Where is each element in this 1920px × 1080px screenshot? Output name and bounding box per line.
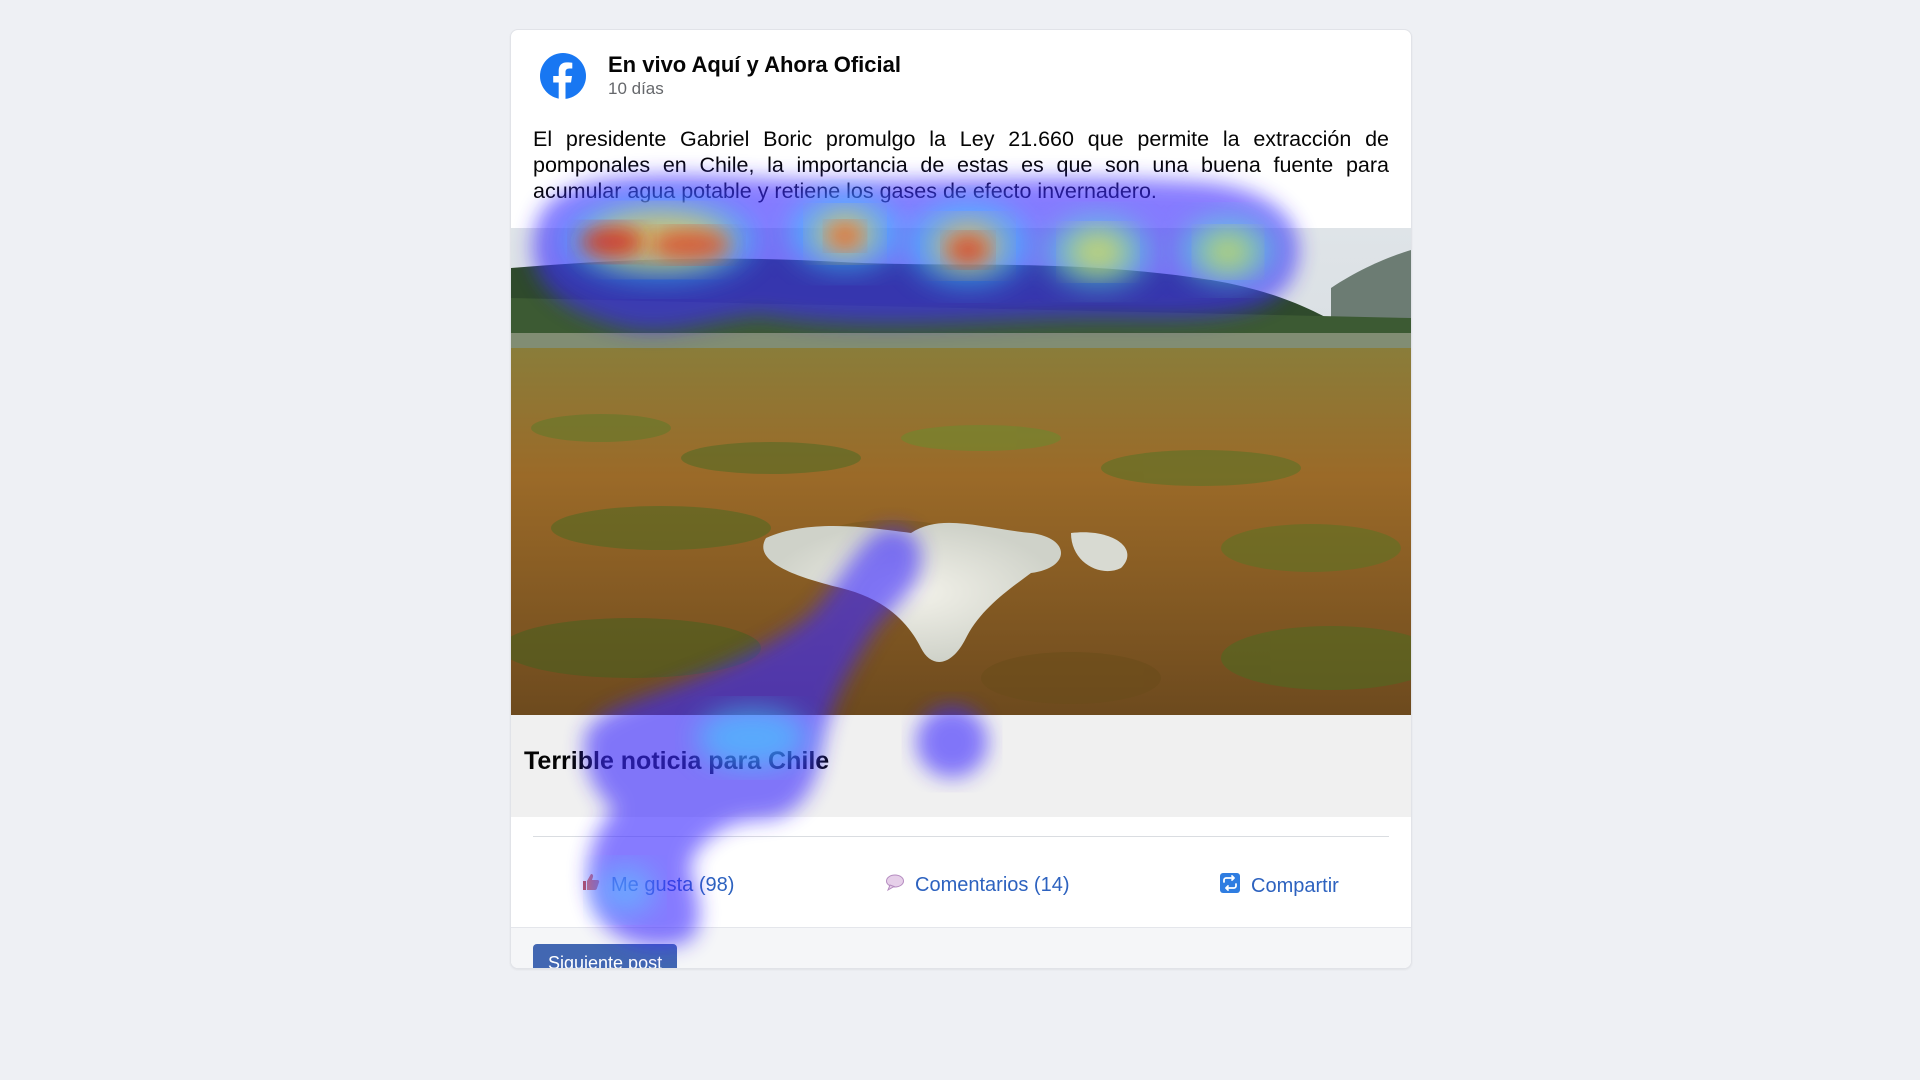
like-button[interactable]: Me gusta (98) <box>581 872 734 898</box>
action-bar: Me gusta (98) Comentarios (14) Compartir <box>511 838 1411 927</box>
post-footer: Siguiente post <box>511 927 1411 968</box>
share-icon <box>1219 872 1241 900</box>
facebook-logo-icon[interactable] <box>540 53 586 99</box>
speech-bubble-icon <box>885 872 905 898</box>
comment-button[interactable]: Comentarios (14) <box>885 872 1070 898</box>
link-title[interactable]: Terrible noticia para Chile <box>524 747 829 776</box>
share-label: Compartir <box>1251 874 1339 897</box>
post-timestamp[interactable]: 10 días <box>608 79 664 99</box>
post-header: En vivo Aquí y Ahora Oficial 10 días <box>511 30 1411 120</box>
post-text: El presidente Gabriel Boric promulgo la … <box>533 127 1389 203</box>
like-label: Me gusta (98) <box>611 873 735 896</box>
comment-label: Comentarios (14) <box>915 873 1070 896</box>
actions-divider <box>533 836 1389 837</box>
thumbs-up-icon <box>581 872 601 898</box>
link-preview[interactable]: Terrible noticia para Chile <box>511 715 1411 817</box>
next-post-button[interactable]: Siguiente post <box>533 944 678 968</box>
share-button[interactable]: Compartir <box>1219 872 1339 900</box>
post-card: En vivo Aquí y Ahora Oficial 10 días El … <box>510 29 1412 969</box>
post-image[interactable] <box>511 228 1411 715</box>
page-name[interactable]: En vivo Aquí y Ahora Oficial <box>608 52 901 78</box>
